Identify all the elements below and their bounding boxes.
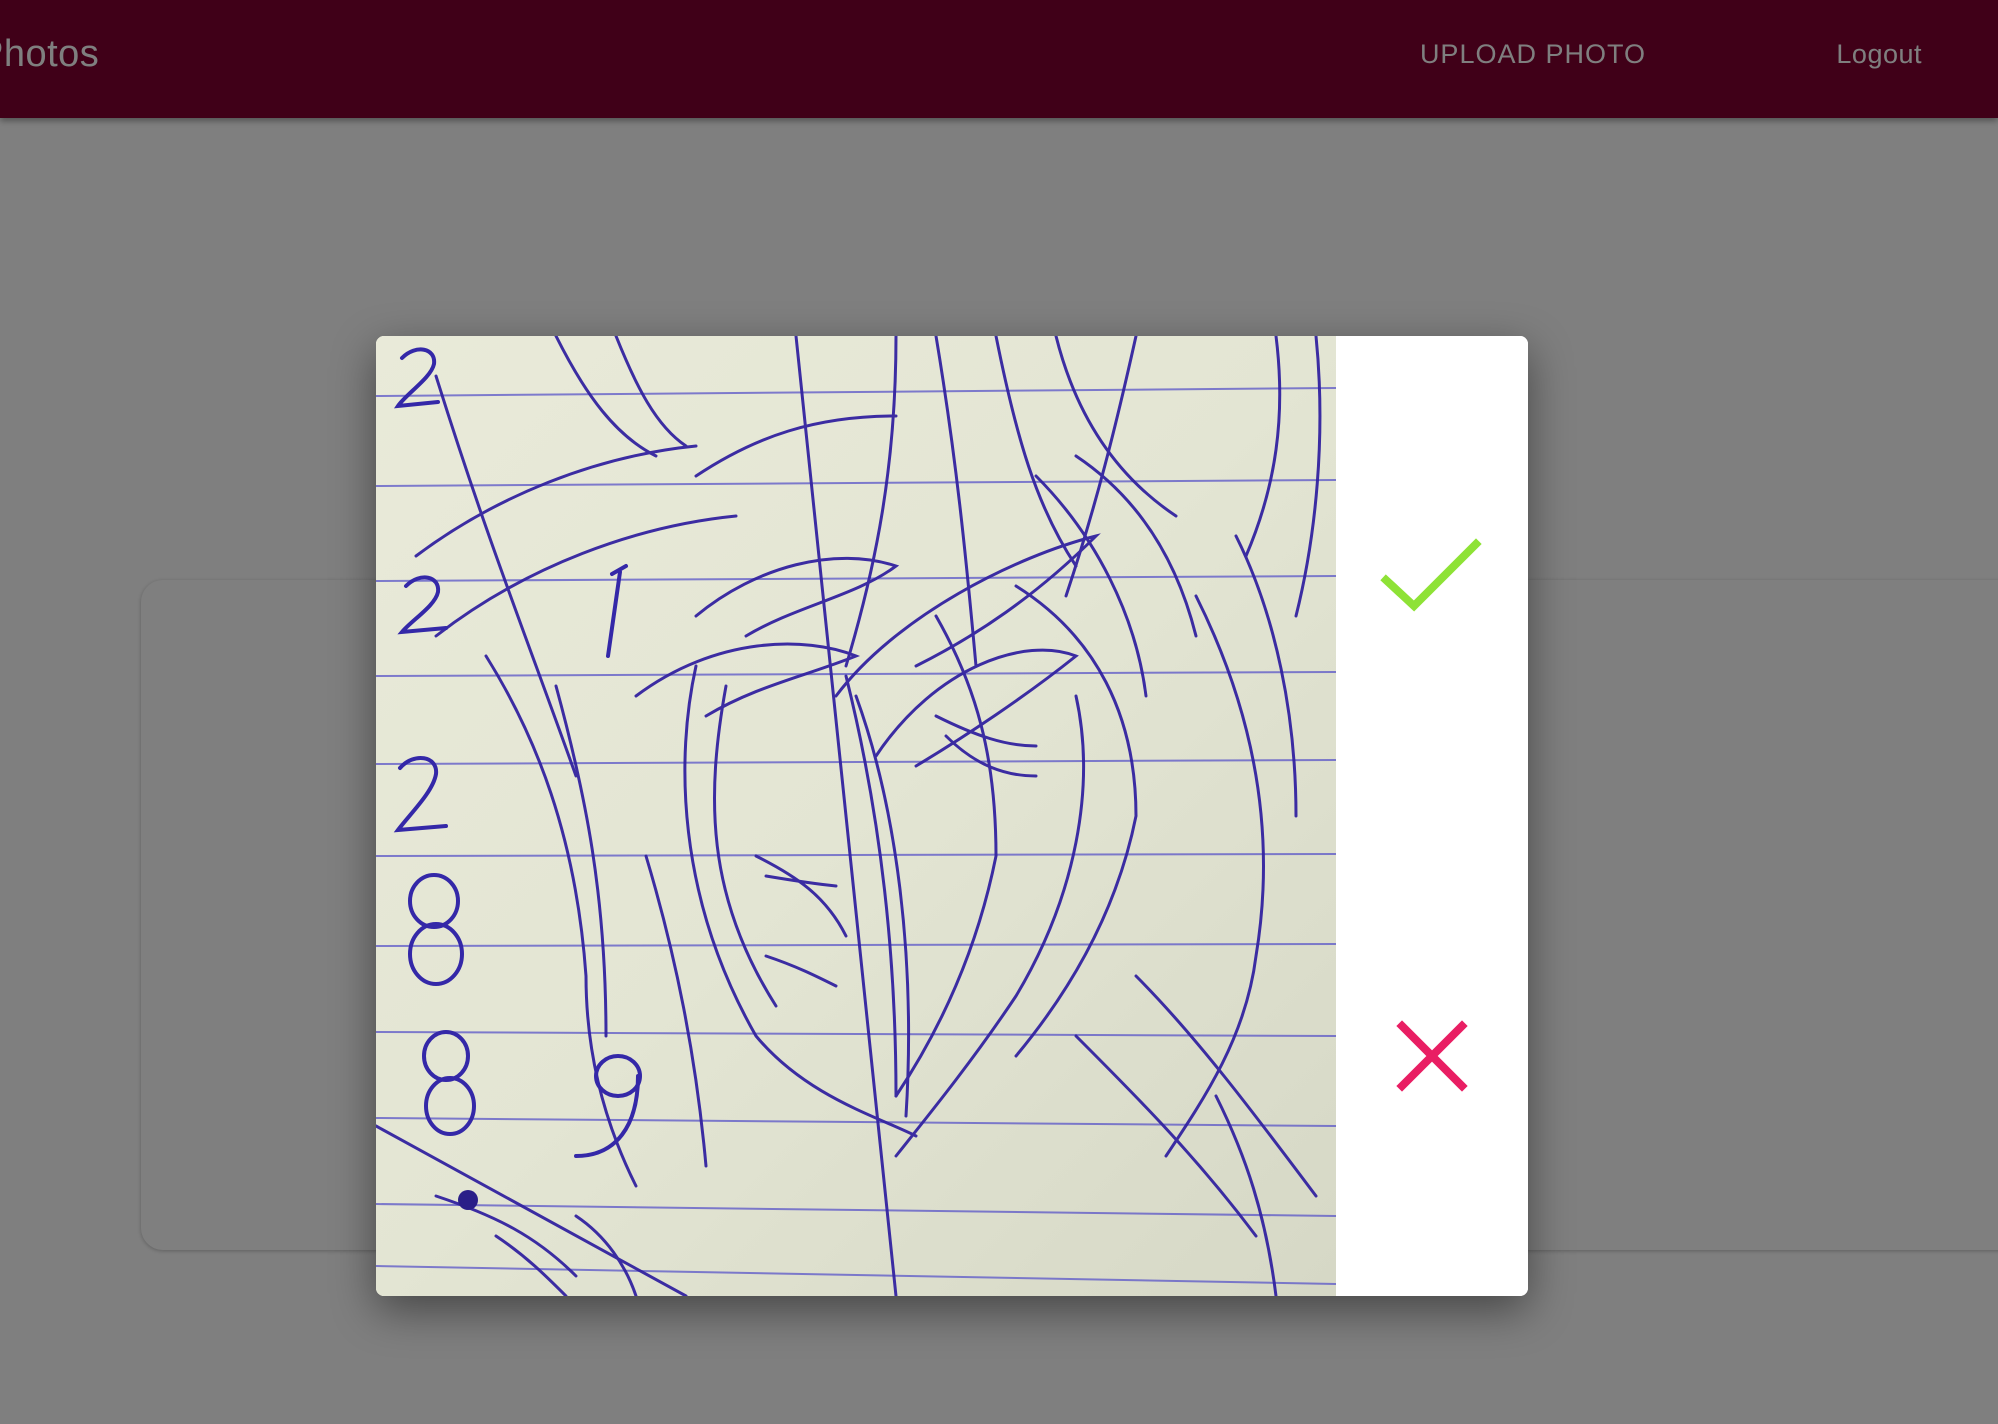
- check-icon: [1380, 538, 1482, 612]
- dialog-actions: [1336, 336, 1528, 1296]
- photo-confirm-dialog: [376, 336, 1528, 1296]
- close-icon: [1396, 1020, 1468, 1092]
- sketch-image: [376, 336, 1336, 1296]
- app-root: Photos UPLOAD PHOTO Logout: [0, 0, 1998, 1424]
- confirm-upload-button[interactable]: [1372, 516, 1492, 636]
- cancel-upload-button[interactable]: [1372, 996, 1492, 1116]
- photo-preview: [376, 336, 1336, 1296]
